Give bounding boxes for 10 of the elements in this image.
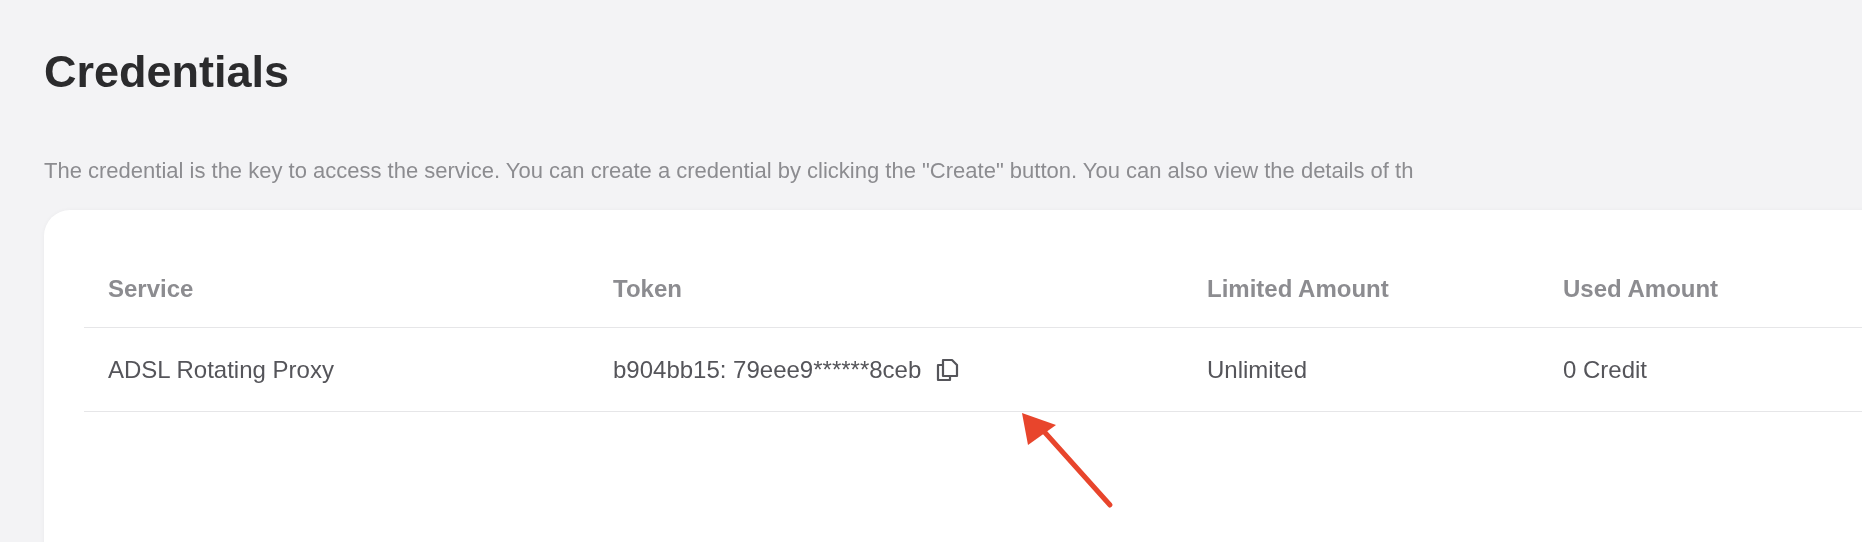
- column-header: Token: [613, 274, 682, 302]
- table-cell: Unlimited: [1207, 355, 1308, 384]
- table-cell: 0 Credit: [1563, 355, 1648, 384]
- page-description: The credential is the key to access the service. You can create a credential by clicking the "Create" button. You can also view the details of th: [44, 158, 1415, 184]
- column-header: Limited Amount: [1207, 274, 1389, 302]
- column-header: Service: [108, 274, 194, 302]
- table-cell: b904bb15: 79eee9******8ceb: [613, 355, 922, 384]
- column-header: Used Amount: [1563, 274, 1719, 302]
- table-cell: ADSL Rotating Proxy: [108, 355, 334, 384]
- page-title: Credentials: [44, 45, 291, 99]
